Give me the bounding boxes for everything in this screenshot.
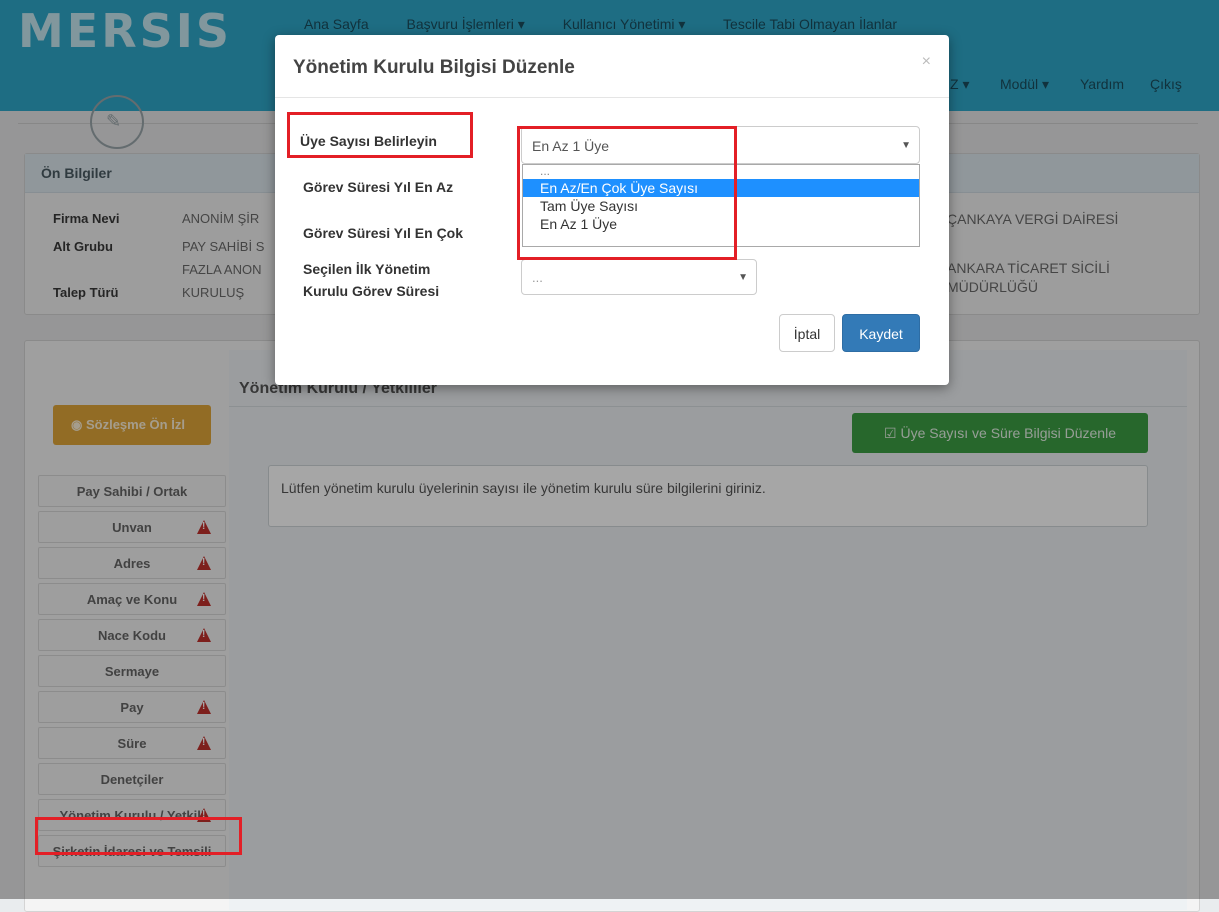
first-term-select[interactable]: ... ▼ xyxy=(521,259,757,295)
term-max-label: Görev Süresi Yıl En Çok xyxy=(303,225,464,241)
modal-header-divider xyxy=(275,97,949,98)
close-icon[interactable]: × xyxy=(922,53,931,71)
modal-title: Yönetim Kurulu Bilgisi Düzenle xyxy=(293,57,575,78)
term-min-label: Görev Süresi Yıl En Az xyxy=(303,179,454,195)
save-button[interactable]: Kaydet xyxy=(842,314,920,352)
chevron-down-icon: ▼ xyxy=(901,140,911,151)
highlight-member-label xyxy=(287,112,473,158)
first-term-value: ... xyxy=(532,270,543,285)
first-term-label-1: Seçilen İlk Yönetim xyxy=(303,261,431,277)
highlight-dropdown xyxy=(517,126,737,260)
chevron-down-icon: ▼ xyxy=(738,272,748,283)
highlight-sidebar-item xyxy=(35,817,242,855)
cancel-button[interactable]: İptal xyxy=(779,314,835,352)
first-term-label-2: Kurulu Görev Süresi xyxy=(303,283,440,299)
